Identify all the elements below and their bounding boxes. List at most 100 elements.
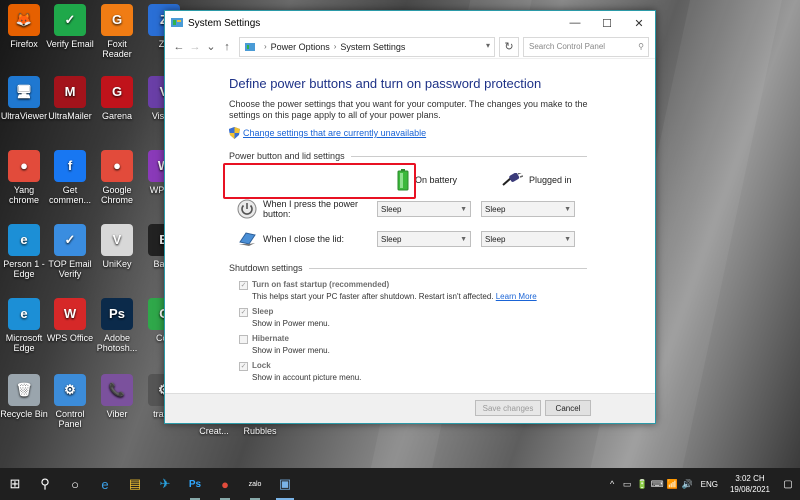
desktop-icon[interactable]: Ps Adobe Photosh... [93,298,141,353]
desktop-icon[interactable]: ✓ Verify Email [46,4,94,49]
desktop-icon-label: Verify Email [46,39,94,49]
desktop-icon[interactable]: ● Yang chrome [0,150,48,205]
hibernate-title: Hibernate [252,334,289,343]
app-icon: W [54,298,86,330]
lid-battery-select[interactable]: Sleep ▼ [377,231,471,247]
desktop-icon-label: Viber [106,409,128,419]
power-button-battery-select[interactable]: Sleep ▼ [377,201,471,217]
desktop-icon[interactable]: V UniKey [93,224,141,269]
hibernate-checkbox[interactable] [239,335,248,344]
app-icon: 🦊 [8,4,40,36]
desktop-icon[interactable]: 🖥 UltraViewer [0,76,48,121]
taskbar-edge[interactable]: e [90,468,120,500]
desktop-icon-label: Person 1 - Edge [3,259,45,279]
refresh-button[interactable]: ↻ [499,36,519,57]
desktop-icon[interactable]: 🦊 Firefox [0,4,48,49]
address-bar-row: ← → ⌄ ↑ › Power Options › System Setting… [165,35,655,59]
search-input[interactable]: Search Control Panel ⚲ [523,36,649,57]
desktop-icon[interactable]: 🗑 Recycle Bin [0,374,48,419]
desktop-icon[interactable]: G Foxit Reader [93,4,141,59]
desktop-icon-label: Garena [101,111,133,121]
sleep-checkbox[interactable]: ✓ [239,308,248,317]
desktop-icon-label: UltraViewer [0,111,48,121]
desktop-icon-label: Yang chrome [8,185,39,205]
close-button[interactable]: ✕ [623,11,655,35]
shutdown-option-hibernate: Hibernate Show in Power menu. [229,334,655,355]
clock-date: 19/08/2021 [729,485,771,494]
select-value: Sleep [485,204,506,214]
back-button[interactable]: ← [171,41,187,53]
desktop-icon[interactable]: G Garena [93,76,141,121]
notification-center-button[interactable]: ▢ [776,479,800,490]
maximize-button[interactable]: ☐ [591,11,623,35]
desktop-icon[interactable]: W WPS Office [46,298,94,343]
taskbar-control-panel[interactable]: ▣ [270,468,300,500]
wifi-icon[interactable]: 📶 [665,479,680,490]
breadcrumb-separator: › [264,42,267,51]
shutdown-option-fast-startup: ✓ Turn on fast startup (recommended) Thi… [229,280,655,301]
lock-checkbox[interactable]: ✓ [239,362,248,371]
power-button-icon [237,199,257,219]
control-panel-icon [171,18,183,27]
address-field[interactable]: › Power Options › System Settings ▾ [239,36,495,57]
title-bar[interactable]: System Settings — ☐ ✕ [165,11,655,35]
cancel-button[interactable]: Cancel [545,400,591,416]
start-button[interactable]: ⊞ [0,468,30,500]
taskbar-chrome[interactable]: ● [210,468,240,500]
taskbar-telegram[interactable]: ✈ [150,468,180,500]
chevron-down-icon[interactable]: ▾ [486,41,490,50]
minimize-button[interactable]: — [559,11,591,35]
tray-app-icon[interactable]: ▭ [620,479,635,490]
desktop-icon-label: Microsoft Edge [5,333,43,353]
app-icon: V [101,224,133,256]
desktop-icon-label: WPS Office [46,333,94,343]
app-icon: ● [101,150,133,182]
highlight-box [223,163,416,199]
desktop-icon-label: Foxit Reader [102,39,132,59]
forward-button[interactable]: → [187,41,203,53]
fast-startup-checkbox[interactable]: ✓ [239,281,248,290]
save-changes-button[interactable]: Save changes [475,400,541,416]
desktop-icon[interactable]: M UltraMailer [46,76,94,121]
taskbar-file-explorer[interactable]: ▤ [120,468,150,500]
recent-locations-button[interactable]: ⌄ [203,40,219,53]
up-button[interactable]: ↑ [219,41,235,53]
fast-startup-title: Turn on fast startup (recommended) [252,280,390,289]
desktop-icon[interactable]: e Person 1 - Edge [0,224,48,279]
learn-more-link[interactable]: Learn More [496,292,537,301]
breadcrumb-power-options[interactable]: Power Options [271,42,330,52]
battery-icon[interactable]: 🔋 [635,479,650,490]
desktop-icon-label: UniKey [102,259,132,269]
volume-icon[interactable]: 🔊 [680,479,695,490]
shutdown-section-label: Shutdown settings [229,263,303,273]
language-indicator[interactable]: ENG [701,480,718,489]
change-settings-link[interactable]: Change settings that are currently unava… [229,127,655,139]
plug-icon [502,173,523,186]
show-hidden-icons-button[interactable]: ^ [605,479,620,489]
taskbar: ⊞ ⚲ ○ e ▤ ✈ Ps ● zalo ▣ ^ ▭ 🔋 ⌨ 📶 🔊 ENG … [0,468,800,500]
desktop-icon[interactable]: 📞 Viber [93,374,141,419]
clock[interactable]: 3:02 CH 19/08/2021 [724,473,776,495]
taskbar-zalo[interactable]: zalo [240,468,270,500]
desktop-icon[interactable]: ● Google Chrome [93,150,141,205]
cortana-button[interactable]: ○ [60,468,90,500]
search-button[interactable]: ⚲ [30,468,60,500]
chevron-down-icon: ▼ [564,205,571,213]
desktop-icon[interactable]: ⚙ Control Panel [46,374,94,429]
breadcrumb-system-settings[interactable]: System Settings [340,42,405,52]
search-icon: ⚲ [638,42,644,51]
power-section-header: Power button and lid settings [229,151,587,161]
lid-plugged-select[interactable]: Sleep ▼ [481,231,575,247]
power-button-label: When I press the power button: [263,199,359,219]
power-button-plugged-select[interactable]: Sleep ▼ [481,201,575,217]
keyboard-icon[interactable]: ⌨ [650,479,665,490]
divider [350,155,587,157]
change-settings-text[interactable]: Change settings that are currently unava… [243,128,426,138]
app-icon: ⚙ [54,374,86,406]
desktop-icon[interactable]: e Microsoft Edge [0,298,48,353]
desktop-icon[interactable]: ✓ TOP Email Verify [46,224,94,279]
desktop-icon[interactable]: f Get commen... [46,150,94,205]
select-value: Sleep [485,234,506,244]
desktop-icon-label: Control Panel [55,409,85,429]
taskbar-photoshop[interactable]: Ps [180,468,210,500]
